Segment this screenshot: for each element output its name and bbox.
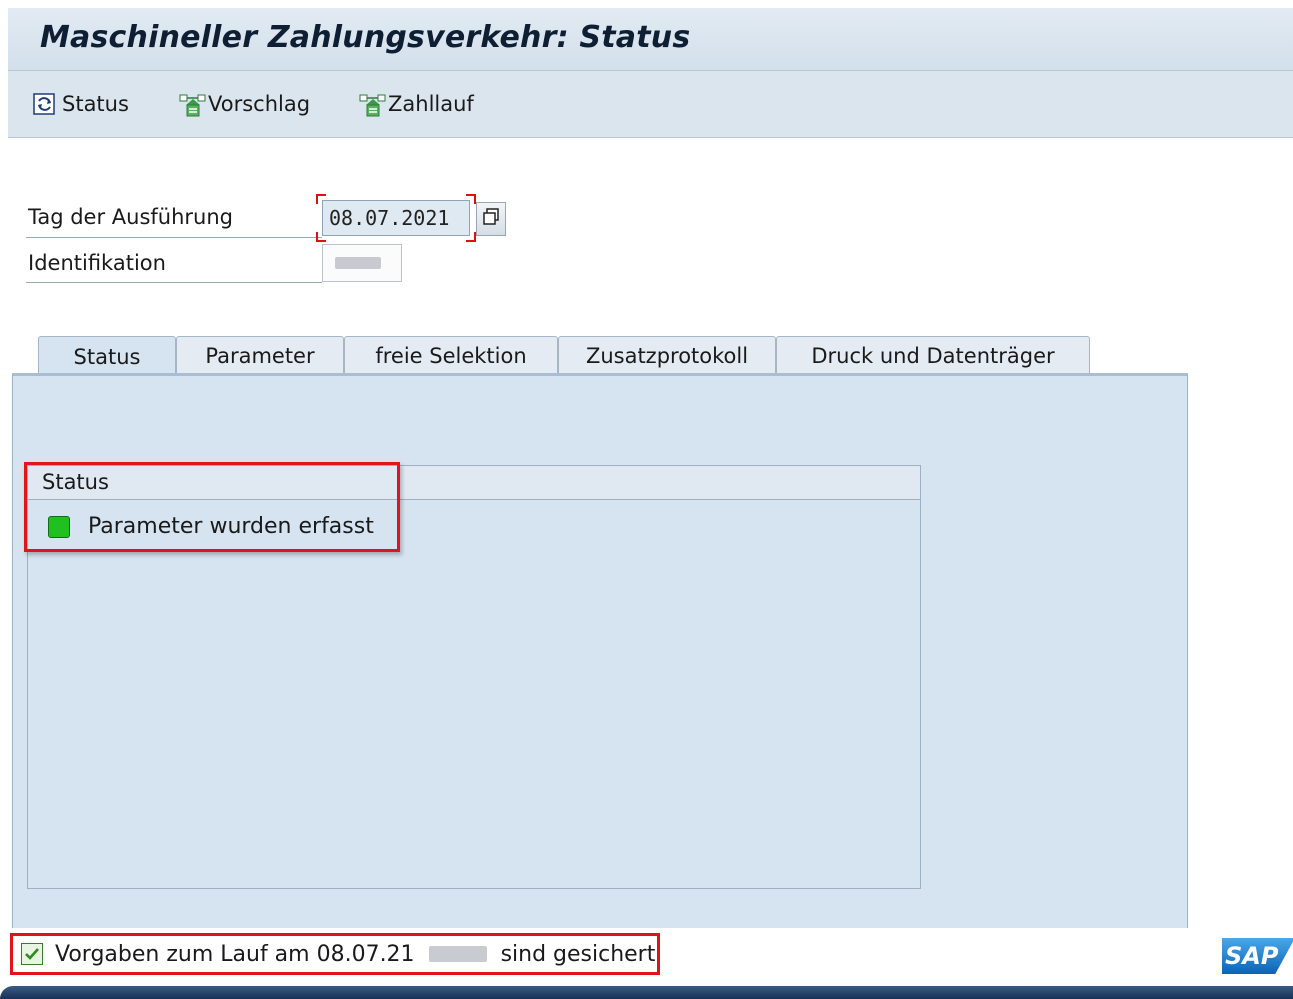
tab-zusatzprotokoll[interactable]: Zusatzprotokoll xyxy=(558,336,776,374)
tab-druck-und-datentraeger[interactable]: Druck und Datenträger xyxy=(776,336,1090,374)
tag-der-ausfuehrung-input[interactable]: 08.07.2021 xyxy=(322,200,470,236)
vorschlag-button-label: Vorschlag xyxy=(208,92,311,116)
status-message-suffix: sind gesichert xyxy=(500,941,656,967)
label-underline xyxy=(26,282,322,283)
success-check-icon xyxy=(21,943,43,965)
value-help-button[interactable] xyxy=(476,202,506,236)
title-bar: Maschineller Zahlungsverkehr: Status xyxy=(8,8,1293,71)
redacted-value xyxy=(335,257,381,269)
tab-strip: Status Parameter freie Selektion Zusatzp… xyxy=(0,336,1200,376)
refresh-icon xyxy=(32,91,58,117)
window-bottom-stripe xyxy=(0,986,1293,999)
application-toolbar: Status Vorschlag Zahllauf xyxy=(8,71,1293,138)
vorschlag-button[interactable]: Vorschlag xyxy=(178,89,310,119)
status-message[interactable]: Vorgaben zum Lauf am 08.07.21 sind gesic… xyxy=(10,933,660,975)
status-button-label: Status xyxy=(62,92,129,116)
proposal-icon xyxy=(178,91,206,117)
tab-status[interactable]: Status xyxy=(38,336,176,376)
redacted-value xyxy=(428,946,487,962)
zahllauf-button-label: Zahllauf xyxy=(388,92,474,116)
identifikation-input[interactable] xyxy=(322,244,402,282)
status-button[interactable]: Status xyxy=(32,89,129,119)
tab-parameter[interactable]: Parameter xyxy=(176,336,344,374)
status-message-prefix: Vorgaben zum Lauf am 08.07.21 xyxy=(55,941,415,967)
identifikation-label: Identifikation xyxy=(28,251,166,275)
label-underline xyxy=(26,237,322,238)
highlight-box xyxy=(24,462,400,552)
tag-der-ausfuehrung-label: Tag der Ausführung xyxy=(28,205,233,229)
zahllauf-button[interactable]: Zahllauf xyxy=(358,89,474,119)
page-title: Maschineller Zahlungsverkehr: Status xyxy=(40,20,691,55)
copy-icon xyxy=(481,207,501,231)
tab-freie-selektion[interactable]: freie Selektion xyxy=(344,336,558,374)
payment-run-icon xyxy=(358,91,386,117)
